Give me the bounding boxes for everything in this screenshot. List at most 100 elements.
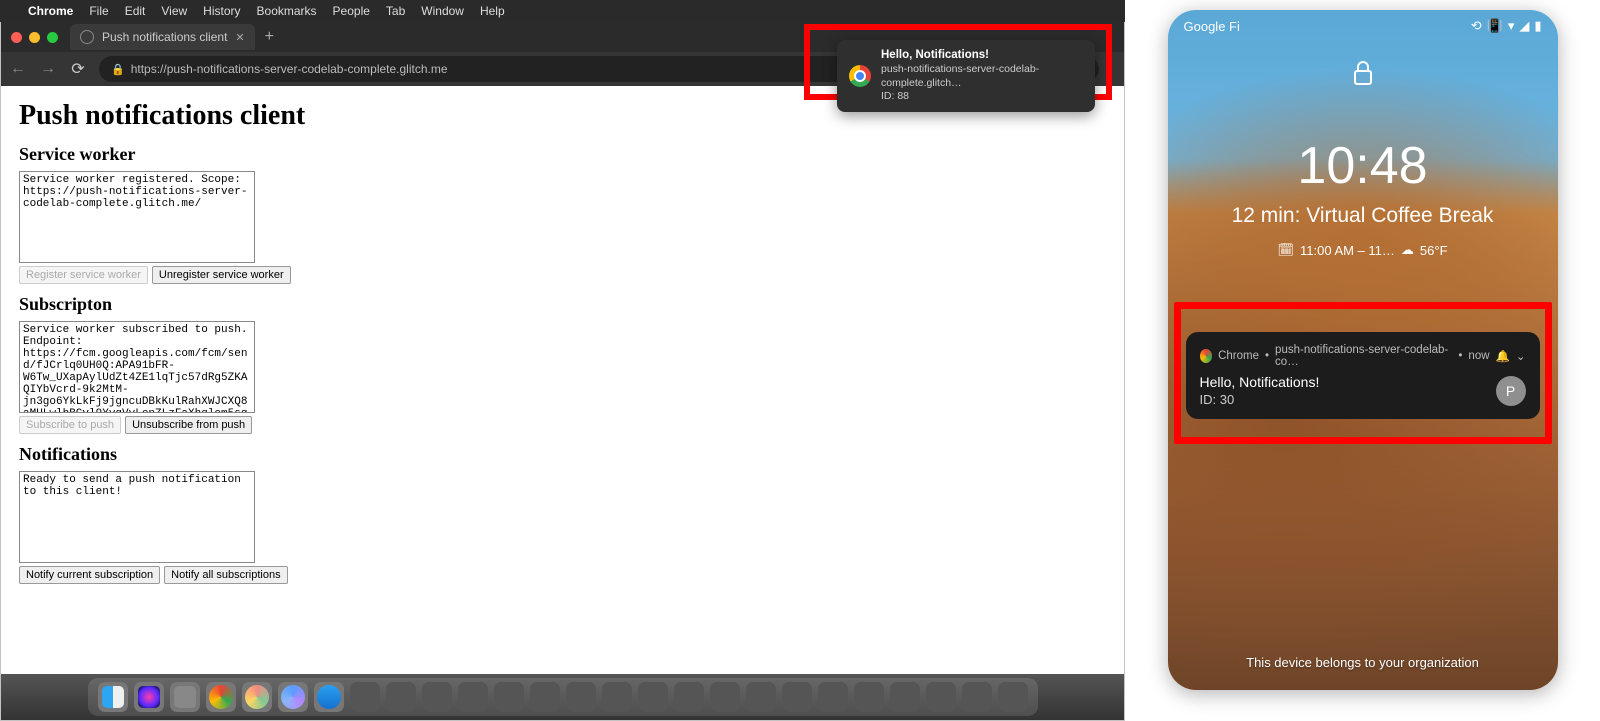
dock-app-icon[interactable] (422, 682, 452, 712)
dock-app-icon[interactable] (530, 682, 560, 712)
dock-chrome-canary-icon[interactable] (242, 682, 272, 712)
bell-icon: 🔔 (1496, 349, 1510, 363)
sub-textarea[interactable] (19, 321, 255, 413)
dock-app-icon[interactable] (854, 682, 884, 712)
dock-app-icon[interactable] (962, 682, 992, 712)
sw-textarea[interactable] (19, 171, 255, 263)
dock-app-icon[interactable] (674, 682, 704, 712)
temperature: 56°F (1420, 243, 1448, 258)
back-icon[interactable]: ← (9, 60, 27, 78)
menu-tab[interactable]: Tab (386, 4, 405, 18)
notif-textarea[interactable] (19, 471, 255, 563)
notify-current-button[interactable]: Notify current subscription (19, 566, 160, 584)
sw-heading: Service worker (19, 144, 1106, 165)
dock (1, 674, 1124, 720)
clock: 10:48 (1168, 136, 1558, 196)
notif-id: ID: 30 (1200, 392, 1320, 407)
android-notification[interactable]: Chrome • push-notifications-server-codel… (1186, 332, 1540, 419)
sub-heading: Subscripton (19, 294, 1106, 315)
dock-app-icon[interactable] (710, 682, 740, 712)
menu-people[interactable]: People (333, 4, 370, 18)
avatar: P (1496, 376, 1526, 406)
toast-title: Hello, Notifications! (881, 48, 1083, 63)
cloud-icon: ☁ (1401, 242, 1414, 258)
signal-icon: ◢ (1519, 18, 1529, 34)
toast-source: push-notifications-server-codelab-comple… (881, 63, 1083, 90)
vibrate-icon: 📳 (1487, 18, 1503, 34)
menubar-app[interactable]: Chrome (28, 4, 73, 18)
menu-edit[interactable]: Edit (125, 4, 146, 18)
dock-app-icon[interactable] (638, 682, 668, 712)
dock-app-icon[interactable] (458, 682, 488, 712)
notif-heading: Notifications (19, 444, 1106, 465)
dock-app-icon[interactable] (494, 682, 524, 712)
notif-app: Chrome (1218, 350, 1259, 362)
tab-title: Push notifications client (102, 30, 227, 44)
toast-id: ID: 88 (881, 90, 1083, 104)
notif-when: now (1468, 350, 1489, 362)
phone-lockscreen: Google Fi ⟲ 📳 ▾ ◢ ▮ 10:48 (1168, 10, 1558, 690)
dock-trash-icon[interactable] (998, 682, 1028, 712)
dot-sep: • (1265, 350, 1269, 362)
reload-icon[interactable]: ⟳ (69, 59, 87, 79)
menu-view[interactable]: View (161, 4, 187, 18)
dock-app-icon[interactable] (566, 682, 596, 712)
chrome-icon (1200, 349, 1213, 363)
chrome-window: Push notifications client ✕ + ← → ⟳ 🔒 ht… (0, 22, 1125, 721)
calendar-event: 12 min: Virtual Coffee Break (1168, 204, 1558, 228)
chevron-down-icon[interactable]: ⌄ (1516, 349, 1526, 363)
menu-file[interactable]: File (89, 4, 108, 18)
battery-icon: ▮ (1534, 18, 1541, 34)
close-tab-icon[interactable]: ✕ (235, 31, 244, 44)
new-tab-button[interactable]: + (255, 28, 284, 46)
menu-help[interactable]: Help (480, 4, 505, 18)
lock-icon: 🔒 (111, 63, 125, 76)
notify-all-button[interactable]: Notify all subscriptions (164, 566, 287, 584)
wifi-icon: ▾ (1508, 18, 1515, 34)
dock-app-icon[interactable] (746, 682, 776, 712)
org-notice: This device belongs to your organization (1168, 655, 1558, 670)
dock-chromium-icon[interactable] (278, 682, 308, 712)
dock-app-icon[interactable] (782, 682, 812, 712)
subscribe-button: Subscribe to push (19, 416, 121, 434)
maximize-window-icon[interactable] (47, 32, 58, 43)
menu-window[interactable]: Window (421, 4, 464, 18)
notif-source: push-notifications-server-codelab-co… (1275, 344, 1452, 368)
browser-tab[interactable]: Push notifications client ✕ (70, 24, 255, 50)
dock-app-icon[interactable] (818, 682, 848, 712)
dock-siri-icon[interactable] (134, 682, 164, 712)
lock-icon (1168, 60, 1558, 92)
dock-finder-icon[interactable] (98, 682, 128, 712)
calendar-icon: 🗓 (1277, 242, 1294, 258)
window-controls (11, 32, 58, 43)
chrome-icon (849, 65, 871, 87)
dock-app-icon[interactable] (602, 682, 632, 712)
menu-bookmarks[interactable]: Bookmarks (257, 4, 317, 18)
mac-notification-toast[interactable]: Hello, Notifications! push-notifications… (837, 40, 1095, 112)
hotspot-icon: ⟲ (1471, 18, 1482, 34)
dock-app-icon[interactable] (890, 682, 920, 712)
status-bar: Google Fi ⟲ 📳 ▾ ◢ ▮ (1168, 10, 1558, 42)
dock-safari-icon[interactable] (314, 682, 344, 712)
dock-app-icon[interactable] (350, 682, 380, 712)
page-content: Push notifications client Service worker… (1, 86, 1124, 674)
unsubscribe-button[interactable]: Unsubscribe from push (125, 416, 252, 434)
mac-menubar: Chrome File Edit View History Bookmarks … (0, 0, 1125, 22)
dock-launchpad-icon[interactable] (170, 682, 200, 712)
minimize-window-icon[interactable] (29, 32, 40, 43)
menu-history[interactable]: History (203, 4, 240, 18)
close-window-icon[interactable] (11, 32, 22, 43)
forward-icon[interactable]: → (39, 60, 57, 78)
event-time: 11:00 AM – 11… (1300, 243, 1395, 258)
dot-sep: • (1458, 350, 1462, 362)
dock-chrome-icon[interactable] (206, 682, 236, 712)
unregister-sw-button[interactable]: Unregister service worker (152, 266, 291, 284)
globe-icon (80, 30, 94, 44)
register-sw-button: Register service worker (19, 266, 148, 284)
dock-app-icon[interactable] (386, 682, 416, 712)
carrier-label: Google Fi (1184, 19, 1240, 34)
url-text: https://push-notifications-server-codela… (131, 62, 448, 76)
weather-line: 🗓 11:00 AM – 11… ☁ 56°F (1168, 242, 1558, 258)
notif-title: Hello, Notifications! (1200, 374, 1320, 390)
dock-app-icon[interactable] (926, 682, 956, 712)
